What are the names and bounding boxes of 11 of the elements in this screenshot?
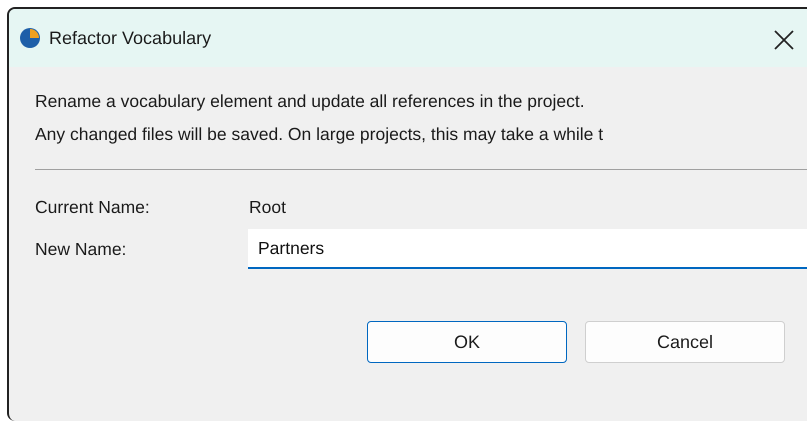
field-value: Root <box>248 196 286 218</box>
field-label: New Name: <box>35 238 126 258</box>
app-icon <box>19 27 41 49</box>
name-input-field[interactable]: Partners <box>248 229 807 269</box>
dialog-button[interactable]: Cancel <box>585 321 785 363</box>
dialog-button[interactable]: OK <box>367 321 567 363</box>
window-title: Refactor Vocabulary <box>49 28 212 48</box>
description-text: Rename a vocabulary element and update all references in the project. <box>35 90 585 113</box>
close-icon[interactable] <box>773 29 795 51</box>
description-text: Any changed files will be saved. On large projects, this may take a while t <box>35 123 604 146</box>
field-label: Current Name: <box>35 196 150 216</box>
